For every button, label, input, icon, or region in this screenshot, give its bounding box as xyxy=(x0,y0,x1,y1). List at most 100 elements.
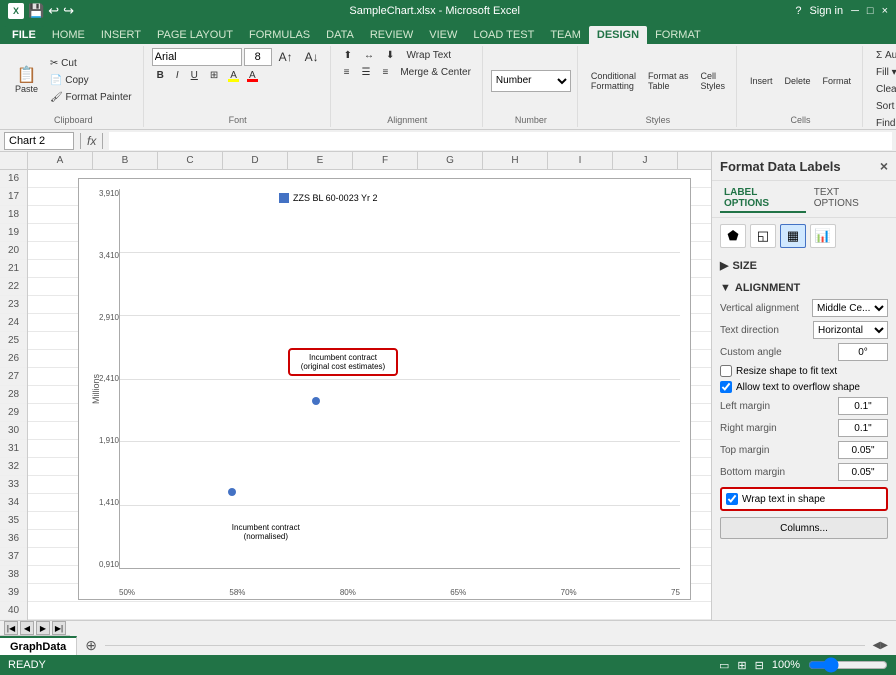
wrap-text-checkbox[interactable] xyxy=(726,493,738,505)
tab-load-test[interactable]: LOAD TEST xyxy=(465,26,542,44)
custom-angle-input[interactable] xyxy=(838,343,888,361)
top-margin-label: Top margin xyxy=(720,445,769,456)
border-icon-button[interactable]: ◱ xyxy=(750,224,776,248)
font-color-button[interactable]: A xyxy=(244,68,261,83)
quick-access-undo[interactable]: ↩ xyxy=(48,3,59,19)
decrease-font-button[interactable]: A↓ xyxy=(300,48,324,66)
sheet-tab-graphdata[interactable]: GraphData xyxy=(0,636,77,655)
close-button[interactable]: × xyxy=(882,5,888,17)
view-page-break-button[interactable]: ⊟ xyxy=(755,659,764,672)
font-size-input[interactable] xyxy=(244,48,272,66)
text-direction-select[interactable]: Horizontal Vertical Rotate 90° Rotate 27… xyxy=(813,321,888,339)
tab-design[interactable]: DESIGN xyxy=(589,26,647,44)
scroll-prev-button[interactable]: ◀ xyxy=(20,621,34,635)
alignment-header[interactable]: ▼ ALIGNMENT xyxy=(720,279,888,297)
align-center-button[interactable]: ☰ xyxy=(357,65,376,80)
vertical-alignment-select[interactable]: Middle Ce... Top Middle Bottom xyxy=(812,299,888,317)
columns-button[interactable]: Columns... xyxy=(720,517,888,539)
clear-button[interactable]: Clear = xyxy=(871,82,896,97)
quick-access-redo[interactable]: ↪ xyxy=(63,3,74,19)
fill-icon-button[interactable]: ⬟ xyxy=(720,224,746,248)
clipboard-content: 📋 Paste ✂ Cut 📄 Copy 🖌 Format Painter xyxy=(10,48,137,113)
formula-bar: fx xyxy=(0,130,896,152)
left-margin-input[interactable] xyxy=(838,397,888,415)
paste-button[interactable]: 📋 Paste xyxy=(10,65,43,97)
size-header[interactable]: ▶ SIZE xyxy=(720,256,888,275)
minimize-button[interactable]: ─ xyxy=(851,5,859,17)
format-as-table-button[interactable]: Format asTable xyxy=(643,68,694,94)
view-normal-button[interactable]: ▭ xyxy=(719,659,729,672)
merge-center-button[interactable]: Merge & Center xyxy=(395,65,476,80)
formula-input[interactable] xyxy=(109,132,892,150)
italic-button[interactable]: I xyxy=(171,68,184,83)
sign-in-button[interactable]: Sign in xyxy=(809,5,843,17)
bottom-margin-input[interactable] xyxy=(838,463,888,481)
tab-file[interactable]: FILE xyxy=(4,26,44,44)
cut-button[interactable]: ✂ Cut xyxy=(45,56,137,71)
horizontal-scrollbar[interactable]: |◀ ◀ ▶ ▶| xyxy=(0,620,896,635)
chart-container[interactable]: ZZS BL 60-0023 Yr 2 Millions 3,910 3,410… xyxy=(78,178,691,600)
font-label: Font xyxy=(152,113,324,125)
add-sheet-button[interactable]: ⊕ xyxy=(77,635,105,656)
tab-data[interactable]: DATA xyxy=(318,26,362,44)
help-button[interactable]: ? xyxy=(795,5,801,17)
tab-home[interactable]: HOME xyxy=(44,26,93,44)
allow-overflow-checkbox[interactable] xyxy=(720,381,732,393)
number-format-select[interactable]: Number General Currency xyxy=(491,70,571,92)
tab-insert[interactable]: INSERT xyxy=(93,26,149,44)
row-28: 28 xyxy=(0,386,27,404)
maximize-button[interactable]: □ xyxy=(867,5,874,17)
copy-button[interactable]: 📄 Copy xyxy=(45,73,137,88)
data-label-1[interactable]: Incumbent contract (original cost estima… xyxy=(288,348,398,376)
fill-button[interactable]: Fill ▾ xyxy=(871,65,896,80)
quick-access-save[interactable]: 💾 xyxy=(28,3,44,19)
format-painter-button[interactable]: 🖌 Format Painter xyxy=(45,90,137,105)
view-layout-button[interactable]: ⊞ xyxy=(737,659,746,672)
editing-content: Σ AutoSum ▾ Fill ▾ Clear = Sort & Filter… xyxy=(871,48,896,131)
delete-button[interactable]: Delete xyxy=(779,73,815,89)
row-24: 24 xyxy=(0,314,27,332)
tab-page-layout[interactable]: PAGE LAYOUT xyxy=(149,26,241,44)
scroll-first-button[interactable]: |◀ xyxy=(4,621,18,635)
align-top-button[interactable]: ⬆ xyxy=(339,48,357,63)
conditional-formatting-button[interactable]: ConditionalFormatting xyxy=(586,68,641,94)
scroll-last-button[interactable]: ▶| xyxy=(52,621,66,635)
wrap-text-button[interactable]: Wrap Text xyxy=(401,48,456,63)
panel-close-button[interactable]: × xyxy=(880,158,888,174)
underline-button[interactable]: U xyxy=(186,68,203,83)
chart-icon-button[interactable]: 📊 xyxy=(810,224,836,248)
fill-color-button[interactable]: A xyxy=(225,68,242,83)
tab-format[interactable]: FORMAT xyxy=(647,26,709,44)
tab-formulas[interactable]: FORMULAS xyxy=(241,26,318,44)
scroll-track[interactable] xyxy=(70,621,896,636)
x-label-1: 50% xyxy=(119,588,135,597)
align-left-button[interactable]: ≡ xyxy=(339,65,355,80)
sort-filter-button[interactable]: Sort & Filter ▾ xyxy=(871,99,896,114)
insert-button[interactable]: Insert xyxy=(745,73,778,89)
tab-review[interactable]: REVIEW xyxy=(362,26,421,44)
font-name-input[interactable] xyxy=(152,48,242,66)
tab-team[interactable]: TEAM xyxy=(542,26,589,44)
autosum-button[interactable]: Σ AutoSum ▾ xyxy=(871,48,896,63)
cells-content: Insert Delete Format xyxy=(745,48,856,113)
cell-styles-button[interactable]: CellStyles xyxy=(695,68,730,94)
tab-label-options[interactable]: LABEL OPTIONS xyxy=(720,185,806,213)
top-margin-input[interactable] xyxy=(838,441,888,459)
increase-font-button[interactable]: A↑ xyxy=(274,48,298,66)
resize-shape-checkbox[interactable] xyxy=(720,365,732,377)
cells-area[interactable]: ZZS BL 60-0023 Yr 2 Millions 3,910 3,410… xyxy=(28,170,711,620)
right-margin-input[interactable] xyxy=(838,419,888,437)
name-box[interactable] xyxy=(4,132,74,150)
layout-icon-button[interactable]: ▦ xyxy=(780,224,806,248)
scroll-next-button[interactable]: ▶ xyxy=(36,621,50,635)
bold-button[interactable]: B xyxy=(152,68,169,83)
borders-button[interactable]: ⊞ xyxy=(205,68,223,83)
align-bottom-button[interactable]: ⬇ xyxy=(381,48,399,63)
align-right-button[interactable]: ≡ xyxy=(377,65,393,80)
tab-view[interactable]: VIEW xyxy=(421,26,465,44)
find-select-button[interactable]: Find & Select ▾ xyxy=(871,116,896,131)
align-middle-button[interactable]: ↔ xyxy=(359,48,379,63)
zoom-slider[interactable] xyxy=(808,660,888,670)
tab-text-options[interactable]: TEXT OPTIONS xyxy=(810,185,888,213)
format-button[interactable]: Format xyxy=(818,73,857,89)
